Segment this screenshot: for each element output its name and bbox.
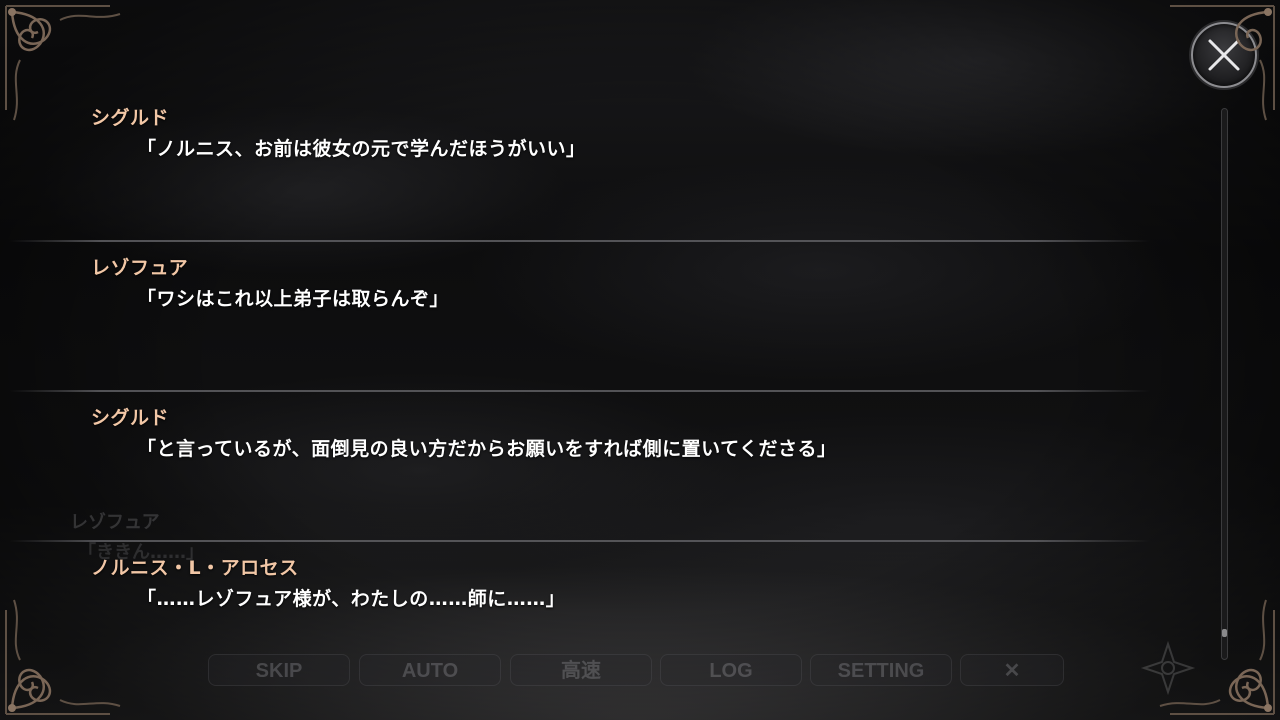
entry-divider xyxy=(10,240,1150,242)
frame-corner-ornament xyxy=(1130,570,1280,720)
backlog-screen: レゾフュア 「ききん……」 SKIP AUTO 高速 LOG SETTING ✕… xyxy=(0,0,1280,720)
dialogue-line: 「ノルニス、お前は彼女の元で学んだほうがいい」 xyxy=(137,138,586,160)
frame-corner-ornament xyxy=(0,0,150,150)
frame-corner-ornament xyxy=(1130,0,1280,150)
speaker-name: シグルド xyxy=(91,407,170,429)
frame-corner-ornament xyxy=(0,570,150,720)
speaker-name: レゾフュア xyxy=(91,257,189,279)
entry-divider xyxy=(10,390,1150,392)
dialogue-line: 「と言っているが、面倒見の良い方だからお願いをすれば側に置いてくださる」 xyxy=(137,438,837,460)
entry-divider xyxy=(10,540,1150,542)
dialogue-line: 「ワシはこれ以上弟子は取らんぞ」 xyxy=(137,288,450,310)
dialogue-line: 「……レゾフュア様が、わたしの……師に……」 xyxy=(137,588,566,610)
backlog-list[interactable]: シグルド 「ノルニス、お前は彼女の元で学んだほうがいい」 レゾフュア 「ワシはこ… xyxy=(0,0,1200,720)
